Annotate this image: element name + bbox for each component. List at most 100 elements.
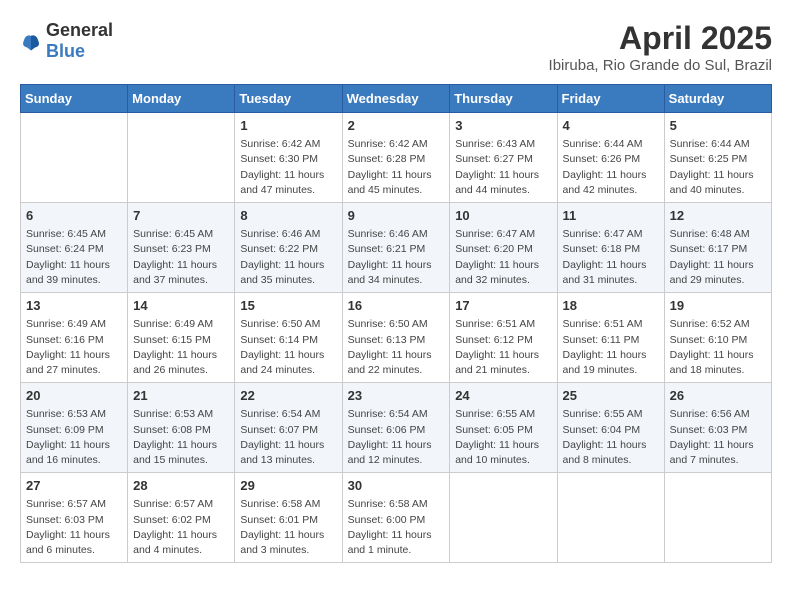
calendar-cell: 4Sunrise: 6:44 AM Sunset: 6:26 PM Daylig…	[557, 113, 664, 203]
day-number: 29	[240, 477, 336, 495]
calendar-cell: 26 Sunrise: 6:56 AM Sunset: 6:03 PM Dayli…	[664, 383, 771, 473]
day-info: Sunrise: 6:54 AM Sunset: 6:07 PM Dayligh…	[240, 407, 336, 468]
calendar-cell: 6Sunrise: 6:45 AM Sunset: 6:24 PM Daylig…	[21, 203, 128, 293]
day-info: Sunrise: 6:42 AM Sunset: 6:30 PM Dayligh…	[240, 137, 336, 198]
day-number: 3	[455, 117, 551, 135]
calendar-cell: 3 Sunrise: 6:43 AM Sunset: 6:27 PM Daylig…	[450, 113, 557, 203]
logo: General Blue	[20, 20, 113, 62]
header: General Blue April 2025 Ibiruba, Rio Gra…	[20, 20, 772, 74]
calendar-cell: 19 Sunrise: 6:52 AM Sunset: 6:10 PM Dayli…	[664, 293, 771, 383]
day-number: 23	[348, 387, 445, 405]
calendar-cell: 25 Sunrise: 6:55 AM Sunset: 6:04 PM Dayli…	[557, 383, 664, 473]
calendar-cell: 10Sunrise: 6:47 AM Sunset: 6:20 PM Dayli…	[450, 203, 557, 293]
day-header-sunday: Sunday	[21, 85, 128, 113]
day-number: 2	[348, 117, 445, 135]
calendar-cell: 11 Sunrise: 6:47 AM Sunset: 6:18 PM Dayli…	[557, 203, 664, 293]
day-number: 26	[670, 387, 766, 405]
calendar-week-row: 27 Sunrise: 6:57 AM Sunset: 6:03 PM Dayli…	[21, 473, 772, 563]
day-info: Sunrise: 6:53 AM Sunset: 6:08 PM Dayligh…	[133, 407, 229, 468]
day-info: Sunrise: 6:42 AM Sunset: 6:28 PM Dayligh…	[348, 137, 445, 198]
day-info: Sunrise: 6:57 AM Sunset: 6:03 PM Dayligh…	[26, 497, 122, 558]
day-header-tuesday: Tuesday	[235, 85, 342, 113]
calendar-cell: 29 Sunrise: 6:58 AM Sunset: 6:01 PM Dayli…	[235, 473, 342, 563]
calendar-cell: 20 Sunrise: 6:53 AM Sunset: 6:09 PM Dayli…	[21, 383, 128, 473]
logo-text-general: General	[46, 20, 113, 40]
day-info: Sunrise: 6:46 AM Sunset: 6:21 PM Dayligh…	[348, 227, 445, 288]
day-info: Sunrise: 6:55 AM Sunset: 6:04 PM Dayligh…	[563, 407, 659, 468]
logo-text-blue: Blue	[46, 41, 85, 61]
day-info: Sunrise: 6:49 AM Sunset: 6:16 PM Dayligh…	[26, 317, 122, 378]
calendar-week-row: 20 Sunrise: 6:53 AM Sunset: 6:09 PM Dayli…	[21, 383, 772, 473]
calendar-cell: 12Sunrise: 6:48 AM Sunset: 6:17 PM Dayli…	[664, 203, 771, 293]
day-number: 24	[455, 387, 551, 405]
day-info: Sunrise: 6:57 AM Sunset: 6:02 PM Dayligh…	[133, 497, 229, 558]
day-info: Sunrise: 6:47 AM Sunset: 6:20 PM Dayligh…	[455, 227, 551, 288]
calendar-cell: 30Sunrise: 6:58 AM Sunset: 6:00 PM Dayli…	[342, 473, 450, 563]
calendar-cell: 9 Sunrise: 6:46 AM Sunset: 6:21 PM Daylig…	[342, 203, 450, 293]
logo-icon	[20, 30, 42, 52]
calendar-cell: 13 Sunrise: 6:49 AM Sunset: 6:16 PM Dayli…	[21, 293, 128, 383]
calendar-week-row: 13 Sunrise: 6:49 AM Sunset: 6:16 PM Dayli…	[21, 293, 772, 383]
day-number: 19	[670, 297, 766, 315]
day-info: Sunrise: 6:43 AM Sunset: 6:27 PM Dayligh…	[455, 137, 551, 198]
calendar-cell: 16 Sunrise: 6:50 AM Sunset: 6:13 PM Dayli…	[342, 293, 450, 383]
calendar-week-row: 1 Sunrise: 6:42 AM Sunset: 6:30 PM Daylig…	[21, 113, 772, 203]
day-headers-row: SundayMondayTuesdayWednesdayThursdayFrid…	[21, 85, 772, 113]
day-info: Sunrise: 6:49 AM Sunset: 6:15 PM Dayligh…	[133, 317, 229, 378]
day-info: Sunrise: 6:53 AM Sunset: 6:09 PM Dayligh…	[26, 407, 122, 468]
calendar-cell: 17 Sunrise: 6:51 AM Sunset: 6:12 PM Dayli…	[450, 293, 557, 383]
calendar-cell: 2 Sunrise: 6:42 AM Sunset: 6:28 PM Daylig…	[342, 113, 450, 203]
calendar-title: April 2025	[549, 20, 772, 57]
day-info: Sunrise: 6:51 AM Sunset: 6:12 PM Dayligh…	[455, 317, 551, 378]
day-number: 8	[240, 207, 336, 225]
day-number: 20	[26, 387, 122, 405]
day-number: 28	[133, 477, 229, 495]
day-info: Sunrise: 6:47 AM Sunset: 6:18 PM Dayligh…	[563, 227, 659, 288]
calendar-cell: 28 Sunrise: 6:57 AM Sunset: 6:02 PM Dayli…	[128, 473, 235, 563]
day-info: Sunrise: 6:45 AM Sunset: 6:23 PM Dayligh…	[133, 227, 229, 288]
calendar-subtitle: Ibiruba, Rio Grande do Sul, Brazil	[549, 57, 772, 74]
day-info: Sunrise: 6:52 AM Sunset: 6:10 PM Dayligh…	[670, 317, 766, 378]
day-info: Sunrise: 6:56 AM Sunset: 6:03 PM Dayligh…	[670, 407, 766, 468]
day-info: Sunrise: 6:51 AM Sunset: 6:11 PM Dayligh…	[563, 317, 659, 378]
calendar-week-row: 6Sunrise: 6:45 AM Sunset: 6:24 PM Daylig…	[21, 203, 772, 293]
calendar-cell: 23 Sunrise: 6:54 AM Sunset: 6:06 PM Dayli…	[342, 383, 450, 473]
calendar-cell	[450, 473, 557, 563]
day-header-friday: Friday	[557, 85, 664, 113]
day-number: 9	[348, 207, 445, 225]
day-number: 18	[563, 297, 659, 315]
calendar-cell	[128, 113, 235, 203]
day-number: 21	[133, 387, 229, 405]
day-info: Sunrise: 6:58 AM Sunset: 6:00 PM Dayligh…	[348, 497, 445, 558]
calendar-table: SundayMondayTuesdayWednesdayThursdayFrid…	[20, 84, 772, 563]
day-info: Sunrise: 6:44 AM Sunset: 6:25 PM Dayligh…	[670, 137, 766, 198]
day-number: 25	[563, 387, 659, 405]
day-info: Sunrise: 6:54 AM Sunset: 6:06 PM Dayligh…	[348, 407, 445, 468]
calendar-cell: 27 Sunrise: 6:57 AM Sunset: 6:03 PM Dayli…	[21, 473, 128, 563]
day-number: 1	[240, 117, 336, 135]
day-number: 27	[26, 477, 122, 495]
day-info: Sunrise: 6:46 AM Sunset: 6:22 PM Dayligh…	[240, 227, 336, 288]
day-number: 7	[133, 207, 229, 225]
day-number: 15	[240, 297, 336, 315]
calendar-cell: 14 Sunrise: 6:49 AM Sunset: 6:15 PM Dayli…	[128, 293, 235, 383]
day-number: 4	[563, 117, 659, 135]
day-header-wednesday: Wednesday	[342, 85, 450, 113]
calendar-cell: 15Sunrise: 6:50 AM Sunset: 6:14 PM Dayli…	[235, 293, 342, 383]
day-number: 22	[240, 387, 336, 405]
calendar-cell	[557, 473, 664, 563]
day-info: Sunrise: 6:50 AM Sunset: 6:13 PM Dayligh…	[348, 317, 445, 378]
day-info: Sunrise: 6:58 AM Sunset: 6:01 PM Dayligh…	[240, 497, 336, 558]
calendar-cell: 8 Sunrise: 6:46 AM Sunset: 6:22 PM Daylig…	[235, 203, 342, 293]
calendar-cell	[21, 113, 128, 203]
day-number: 12	[670, 207, 766, 225]
day-header-saturday: Saturday	[664, 85, 771, 113]
day-number: 13	[26, 297, 122, 315]
day-number: 16	[348, 297, 445, 315]
calendar-cell: 18 Sunrise: 6:51 AM Sunset: 6:11 PM Dayli…	[557, 293, 664, 383]
day-number: 17	[455, 297, 551, 315]
day-number: 11	[563, 207, 659, 225]
day-number: 14	[133, 297, 229, 315]
calendar-cell: 24Sunrise: 6:55 AM Sunset: 6:05 PM Dayli…	[450, 383, 557, 473]
calendar-cell: 7 Sunrise: 6:45 AM Sunset: 6:23 PM Daylig…	[128, 203, 235, 293]
